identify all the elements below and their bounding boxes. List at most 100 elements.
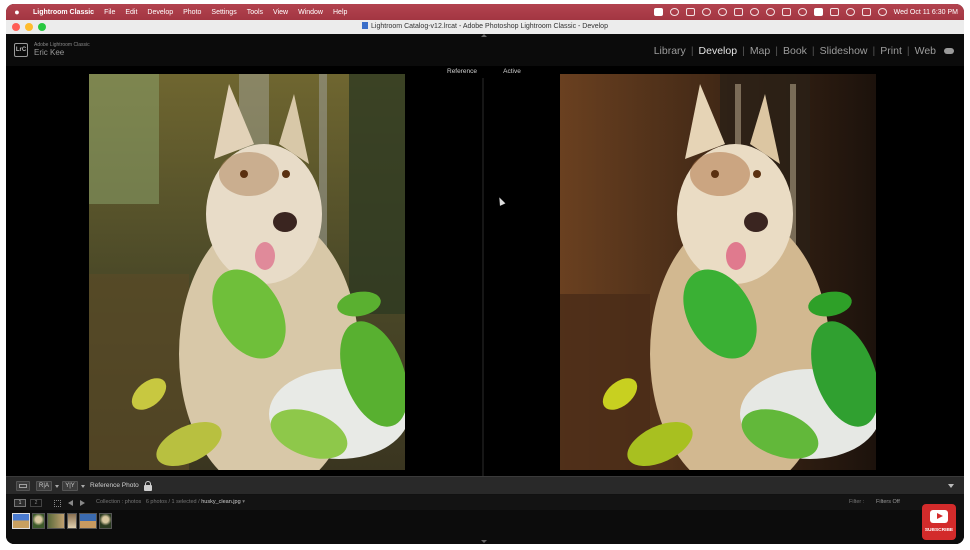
grid-view-icon[interactable] <box>54 500 61 507</box>
filmstrip-header: 1 2 Collection : photos 6 photos / 1 sel… <box>6 495 964 510</box>
clock-icon[interactable] <box>797 8 807 16</box>
module-separator: | <box>811 45 815 57</box>
screen-record-icon[interactable] <box>701 8 711 16</box>
loupe-view-button[interactable] <box>16 481 30 491</box>
reference-photo-image <box>89 74 405 470</box>
active-label: Active <box>503 68 521 75</box>
reference-label: Reference <box>447 68 477 75</box>
source-dropdown-icon[interactable]: ▾ <box>242 499 245 505</box>
module-separator: | <box>742 45 745 57</box>
search-icon[interactable] <box>845 8 855 16</box>
menu-edit[interactable]: Edit <box>120 9 142 16</box>
selected-filename: husky_clean.jpg <box>201 499 241 505</box>
filmstrip-thumbnail[interactable] <box>47 513 65 529</box>
loupe-icon <box>19 484 27 488</box>
menu-tools[interactable]: Tools <box>242 9 268 16</box>
wifi-off-icon[interactable] <box>829 8 839 16</box>
filmstrip-thumbnail[interactable] <box>79 513 97 529</box>
reference-view-area: Reference Active <box>6 66 964 476</box>
siri-icon[interactable] <box>877 8 887 16</box>
active-photo[interactable] <box>560 74 876 470</box>
menu-photo[interactable]: Photo <box>178 9 206 16</box>
minimize-window-button[interactable] <box>25 23 33 31</box>
primary-window-button[interactable]: 1 <box>14 499 26 507</box>
collapse-filmstrip-arrow-icon[interactable] <box>481 540 487 543</box>
info-icon[interactable] <box>749 8 759 16</box>
identity-plate-bar: LrC Adobe Lightroom Classic Eric Kee Lib… <box>6 34 964 66</box>
module-separator: | <box>775 45 778 57</box>
input-source-icon[interactable] <box>813 8 823 16</box>
zoom-window-button[interactable] <box>38 23 46 31</box>
module-picker: Library | Develop | Map | Book | Slideshow | … <box>654 45 936 57</box>
cloud-status-icon[interactable] <box>669 8 679 16</box>
reference-photo-label: Reference Photo <box>90 482 139 489</box>
lrc-logo: LrC <box>14 43 28 57</box>
collapse-top-panel-arrow-icon[interactable] <box>481 34 487 37</box>
toolbar-content-dropdown-icon[interactable] <box>948 484 954 488</box>
tools-icon[interactable] <box>733 8 743 16</box>
globe-icon[interactable] <box>717 8 727 16</box>
menu-lightroom-classic[interactable]: Lightroom Classic <box>28 9 99 16</box>
menu-develop[interactable]: Develop <box>142 9 178 16</box>
lightroom-window: ● Lightroom Classic File Edit Develop Ph… <box>6 4 964 544</box>
source-count: 6 photos / 1 selected / <box>145 499 200 505</box>
lock-reference-icon[interactable] <box>144 481 152 491</box>
mac-menu-bar: ● Lightroom Classic File Edit Develop Ph… <box>6 4 964 20</box>
filter-preset-select[interactable]: Filters Off <box>876 499 900 505</box>
back-arrow-icon[interactable] <box>68 500 73 506</box>
lock-body <box>144 485 152 491</box>
menu-view[interactable]: View <box>268 9 293 16</box>
menu-settings[interactable]: Settings <box>206 9 241 16</box>
filmstrip-source[interactable]: Collection : photos 6 photos / 1 selecte… <box>96 499 245 505</box>
display-icon[interactable] <box>685 8 695 16</box>
menu-bar-extras: Wed Oct 11 6:30 PM <box>653 4 958 20</box>
document-icon <box>362 22 369 29</box>
module-separator: | <box>690 45 694 57</box>
apple-menu-icon[interactable]: ● <box>6 7 28 17</box>
before-after-dropdown-icon[interactable] <box>81 485 85 488</box>
menu-help[interactable]: Help <box>328 9 352 16</box>
moon-icon[interactable] <box>765 8 775 16</box>
active-photo-image <box>560 74 876 470</box>
cloud-sync-icon[interactable] <box>944 48 954 54</box>
youtube-subscribe-overlay[interactable]: SUBSCRIBE <box>922 504 956 540</box>
module-library[interactable]: Library <box>654 45 686 57</box>
menu-window[interactable]: Window <box>293 9 328 16</box>
mouse-cursor-icon <box>496 196 506 206</box>
filmstrip <box>6 510 964 544</box>
identity-plate: Adobe Lightroom Classic Eric Kee <box>34 42 90 58</box>
battery-icon[interactable] <box>781 8 791 16</box>
module-book[interactable]: Book <box>783 45 807 57</box>
module-web[interactable]: Web <box>915 45 936 57</box>
play-triangle-icon <box>937 513 943 519</box>
close-window-button[interactable] <box>12 23 20 31</box>
menu-bar-clock[interactable]: Wed Oct 11 6:30 PM <box>894 9 958 16</box>
source-collection: Collection : photos <box>96 499 142 505</box>
menu-file[interactable]: File <box>99 9 120 16</box>
control-center-icon[interactable] <box>861 8 871 16</box>
module-slideshow[interactable]: Slideshow <box>820 45 868 57</box>
reference-view-dropdown-icon[interactable] <box>55 485 59 488</box>
reference-view-button[interactable]: R|A <box>36 481 52 491</box>
window-title: Lightroom Catalog-v12.lrcat - Adobe Phot… <box>371 23 608 30</box>
module-print[interactable]: Print <box>880 45 902 57</box>
filmstrip-thumbnail[interactable] <box>32 513 45 529</box>
forward-arrow-icon[interactable] <box>80 500 85 506</box>
before-after-view-button[interactable]: Y|Y <box>62 481 78 491</box>
module-separator: | <box>872 45 876 57</box>
view-divider <box>482 78 484 476</box>
user-name: Eric Kee <box>34 48 65 57</box>
window-title-bar: Lightroom Catalog-v12.lrcat - Adobe Phot… <box>6 20 964 34</box>
filmstrip-thumbnail[interactable] <box>99 513 112 529</box>
reference-photo[interactable] <box>89 74 405 470</box>
status-app-icon[interactable] <box>653 8 663 16</box>
module-develop[interactable]: Develop <box>699 45 738 57</box>
filter-label: Filter : <box>849 499 865 505</box>
module-separator: | <box>906 45 910 57</box>
subscribe-label: SUBSCRIBE <box>924 528 954 533</box>
filmstrip-thumbnail[interactable] <box>12 513 30 529</box>
filmstrip-thumbnail[interactable] <box>67 513 77 529</box>
secondary-window-button[interactable]: 2 <box>30 499 42 507</box>
traffic-lights <box>12 23 46 31</box>
module-map[interactable]: Map <box>750 45 770 57</box>
